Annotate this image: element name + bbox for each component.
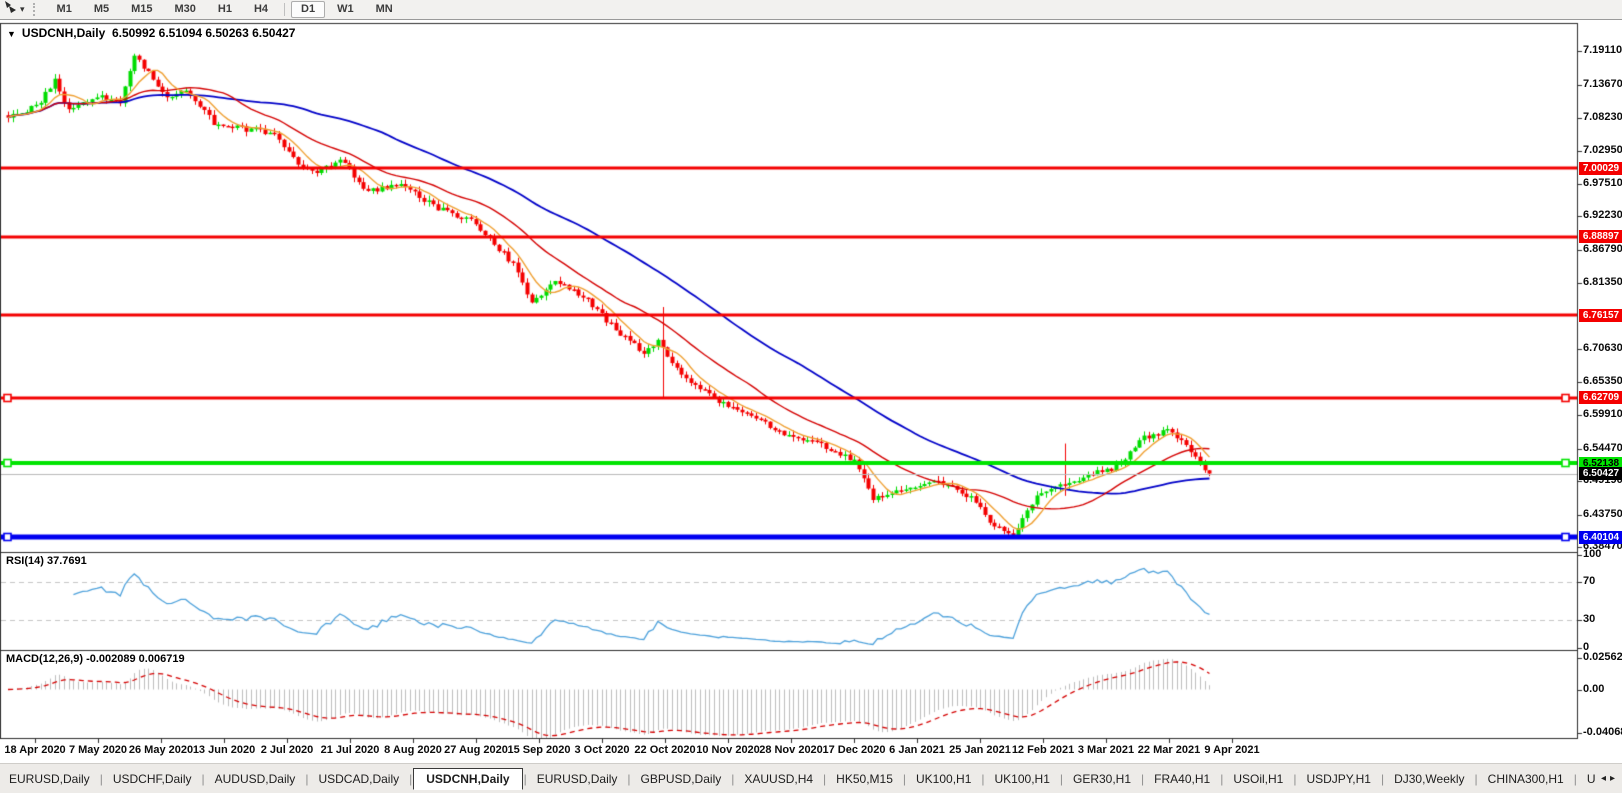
timeframe-button-m5[interactable]: M5	[84, 1, 119, 18]
chart-tab-bar: EURUSD,Daily|USDCHF,Daily|AUDUSD,Daily|U…	[0, 763, 1622, 793]
tab-uk100-h1[interactable]: UK100,H1	[907, 769, 980, 789]
timeframe-button-m1[interactable]: M1	[47, 1, 82, 18]
price-axis-label: 6.70630	[1583, 342, 1622, 354]
timeframe-button-w1[interactable]: W1	[327, 1, 364, 18]
tab-usdjpy-h1[interactable]: USDJPY,H1	[1297, 769, 1379, 789]
tab-fra40-h1[interactable]: FRA40,H1	[1145, 769, 1219, 789]
price-axis-label: 6.65350	[1583, 375, 1622, 387]
hline-price-label[interactable]: 6.62709	[1579, 391, 1622, 404]
price-axis-label: 6.97510	[1583, 177, 1622, 189]
tab-xauusd-h4[interactable]: XAUUSD,H4	[735, 769, 822, 789]
crosshair-pointer-icon	[3, 0, 18, 19]
tab-usdcnh-daily[interactable]: USDCNH,Daily	[413, 768, 522, 790]
price-axis-label: 7.19110	[1583, 44, 1622, 56]
rsi-axis-label: 70	[1583, 575, 1595, 587]
date-axis-label: 2 Jul 2020	[261, 744, 314, 756]
hline-price-label[interactable]: 7.00029	[1579, 162, 1622, 175]
current-price-label: 6.50427	[1579, 467, 1622, 480]
date-axis-label: 15 Sep 2020	[508, 744, 571, 756]
tab-usoil-h1[interactable]: USOil,H1	[1224, 769, 1292, 789]
price-axis-label: 6.43750	[1583, 508, 1622, 520]
toolbar-separator	[284, 3, 285, 16]
tab-dj30-weekly[interactable]: DJ30,Weekly	[1385, 769, 1473, 789]
price-axis-label: 6.92230	[1583, 209, 1622, 221]
date-axis-label: 7 May 2020	[69, 744, 127, 756]
tab-scroll-right-icon[interactable]: ▸	[1610, 773, 1619, 784]
date-axis-label: 13 Jun 2020	[193, 744, 255, 756]
tab-eurusd-daily[interactable]: EURUSD,Daily	[0, 769, 99, 789]
date-axis-label: 18 Apr 2020	[4, 744, 65, 756]
date-axis-label: 3 Oct 2020	[574, 744, 629, 756]
timeframe-button-mn[interactable]: MN	[366, 1, 403, 18]
cursor-tool-button[interactable]: ▾	[0, 0, 29, 19]
tab-usdcad-daily[interactable]: USDCAD,Daily	[309, 769, 408, 789]
caret-down-icon: ▾	[20, 4, 25, 15]
price-axis-label: 6.86790	[1583, 243, 1622, 255]
rsi-axis-label: 30	[1583, 613, 1595, 625]
date-axis-label: 6 Jan 2021	[889, 744, 945, 756]
date-axis-label: 3 Mar 2021	[1078, 744, 1134, 756]
price-axis-label: 7.08230	[1583, 111, 1622, 123]
date-axis-label: 12 Feb 2021	[1012, 744, 1074, 756]
date-axis-label: 9 Apr 2021	[1204, 744, 1259, 756]
hline-price-label[interactable]: 6.88897	[1579, 230, 1622, 243]
date-axis-label: 25 Jan 2021	[949, 744, 1011, 756]
macd-axis-label: 0.025623	[1583, 651, 1622, 663]
price-axis-label: 7.02950	[1583, 144, 1622, 156]
tab-ger30-h1[interactable]: GER30,H1	[1064, 769, 1140, 789]
timeframe-button-h4[interactable]: H4	[244, 1, 278, 18]
tab-eurusd-daily[interactable]: EURUSD,Daily	[528, 769, 627, 789]
macd-axis-label: 0.00	[1583, 683, 1604, 695]
macd-label: MACD(12,26,9) -0.002089 0.006719	[6, 653, 185, 665]
timeframe-button-m30[interactable]: M30	[165, 1, 206, 18]
price-axis-label: 6.59910	[1583, 408, 1622, 420]
date-axis-label: 28 Nov 2020	[759, 744, 823, 756]
hline-price-label[interactable]: 6.40104	[1579, 531, 1622, 544]
macd-axis-label: -0.040687	[1583, 726, 1622, 738]
timeframe-toolbar: ▾ M1M5M15M30H1H4 D1W1MN	[0, 0, 1622, 20]
price-axis-label: 6.81350	[1583, 276, 1622, 288]
chart-title: ▼ USDCNH,Daily 6.50992 6.51094 6.50263 6.…	[7, 26, 295, 40]
date-axis-label: 22 Oct 2020	[634, 744, 695, 756]
chart-ohlc-values: 6.50992 6.51094 6.50263 6.50427	[112, 26, 296, 40]
tab-hk50-m15[interactable]: HK50,M15	[827, 769, 902, 789]
hline-price-label[interactable]: 6.76157	[1579, 309, 1622, 322]
date-axis-label: 27 Aug 2020	[444, 744, 508, 756]
timeframe-button-m15[interactable]: M15	[121, 1, 162, 18]
rsi-label: RSI(14) 37.7691	[6, 555, 87, 567]
price-axis-label: 7.13670	[1583, 78, 1622, 90]
tab-uk100-h1[interactable]: UK100,H1	[986, 769, 1059, 789]
date-axis-label: 10 Nov 2020	[696, 744, 760, 756]
date-axis-label: 17 Dec 2020	[823, 744, 886, 756]
chart-symbol-dropdown-icon[interactable]: ▼	[7, 29, 16, 39]
tab-scroll-left-icon[interactable]: ◂	[1601, 773, 1610, 784]
tab-usdchf-daily[interactable]: USDCHF,Daily	[104, 769, 201, 789]
date-axis-label: 26 May 2020	[129, 744, 193, 756]
tab-china300-h1[interactable]: CHINA300,H1	[1479, 769, 1573, 789]
date-axis-label: 22 Mar 2021	[1138, 744, 1200, 756]
timeframe-buttons: M1M5M15M30H1H4 D1W1MN	[46, 1, 404, 18]
rsi-axis-label: 100	[1583, 548, 1601, 560]
tab-audusd-daily[interactable]: AUDUSD,Daily	[206, 769, 305, 789]
timeframe-button-d1[interactable]: D1	[291, 1, 325, 18]
tab-gbpusd-daily[interactable]: GBPUSD,Daily	[632, 769, 731, 789]
toolbar-grip	[33, 3, 39, 16]
date-axis-label: 8 Aug 2020	[384, 744, 442, 756]
chart-symbol: USDCNH,Daily	[22, 26, 105, 40]
price-axis-label: 6.54470	[1583, 442, 1622, 454]
price-chart-canvas[interactable]	[0, 0, 1622, 793]
date-axis-label: 21 Jul 2020	[321, 744, 380, 756]
timeframe-button-h1[interactable]: H1	[208, 1, 242, 18]
trading-app-window: ▾ M1M5M15M30H1H4 D1W1MN ▼ USDCNH,Daily 6.5…	[0, 0, 1622, 793]
